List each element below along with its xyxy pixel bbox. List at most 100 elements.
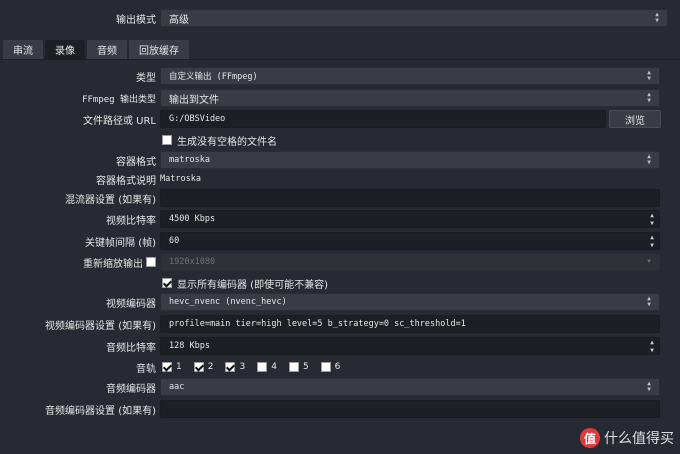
video-encoder-settings-label: 视频编码器设置 (如果有) (45, 320, 156, 332)
file-path-label: 文件路径或 URL (82, 115, 156, 127)
tab-audio[interactable]: 音频 (87, 40, 127, 59)
container-format-value: matroska (169, 155, 210, 165)
checkbox-checked-icon (193, 362, 204, 372)
audio-bitrate-value: 128 Kbps (169, 341, 210, 351)
file-path-input[interactable]: G:/OBSVideo (160, 110, 606, 128)
audio-encoder-label: 音频编码器 (106, 383, 156, 395)
checkbox-icon (288, 362, 299, 372)
container-format-select[interactable]: matroska ▲ ▼ (160, 151, 660, 169)
track-num: 3 (239, 362, 246, 372)
spin-down-icon[interactable]: ▼ (645, 346, 659, 355)
video-encoder-settings-input[interactable]: profile=main tier=high level=5 b_strateg… (160, 315, 660, 333)
chevron-down-icon: ▼ (647, 258, 651, 265)
track-num: 2 (207, 362, 214, 372)
updown-icon: ▲ ▼ (647, 295, 651, 308)
muxer-settings-input[interactable] (160, 189, 660, 207)
output-mode-select[interactable]: 高级 ▲ ▼ (160, 9, 668, 27)
rescale-output-row: 重新缩放输出 1920x1080 ▼ (0, 252, 680, 272)
rescale-output-select: 1920x1080 ▼ (160, 253, 660, 271)
audio-track-row: 音轨 1 2 3 4 5 6 (0, 357, 680, 377)
keyframe-interval-label: 关键帧间隔 (帧) (85, 237, 156, 249)
video-encoder-settings-value: profile=main tier=high level=5 b_strateg… (169, 319, 466, 329)
audio-bitrate-row: 音频比特率 128 Kbps ▲ ▼ (0, 336, 680, 356)
checkbox-icon (162, 135, 172, 145)
container-format-label: 容器格式 (116, 156, 156, 168)
show-all-encoders-checkbox[interactable]: 显示所有编码器 (即使可能不兼容) (162, 276, 328, 291)
video-bitrate-value: 4500 Kbps (169, 214, 216, 224)
watermark-text: 什么值得买 (604, 431, 674, 447)
audio-track-3[interactable]: 3 (225, 362, 245, 372)
no-space-filename-label: 生成没有空格的文件名 (177, 136, 277, 148)
type-row: 类型 自定义输出 (FFmpeg) ▲ ▼ (0, 66, 680, 86)
container-format-row: 容器格式 matroska ▲ ▼ (0, 150, 680, 170)
checkbox-icon (257, 362, 268, 372)
spin-down-icon[interactable]: ▼ (645, 219, 659, 228)
checkbox-icon (320, 362, 331, 372)
output-mode-row: 输出模式 高级 ▲ ▼ (0, 8, 680, 28)
updown-icon: ▲ ▼ (647, 380, 651, 393)
audio-track-1[interactable]: 1 (162, 362, 182, 372)
keyframe-interval-spinbox[interactable]: 60 ▲ ▼ (160, 232, 660, 250)
audio-encoder-settings-input[interactable] (160, 400, 660, 418)
tab-recording[interactable]: 录像 (45, 40, 85, 59)
audio-bitrate-spinbox[interactable]: 128 Kbps ▲ ▼ (160, 337, 660, 355)
show-all-encoders-label: 显示所有编码器 (即使可能不兼容) (177, 279, 328, 291)
updown-icon: ▲ ▼ (655, 11, 659, 24)
keyframe-interval-value: 60 (169, 236, 180, 246)
ffmpeg-output-type-row: FFmpeg 输出类型 输出到文件 ▲ ▼ (0, 88, 680, 108)
rescale-output-label: 重新缩放输出 (83, 258, 143, 270)
rescale-output-checkbox[interactable] (146, 257, 156, 267)
ffmpeg-output-type-select[interactable]: 输出到文件 ▲ ▼ (160, 89, 660, 107)
container-desc-row: 容器格式说明 Matroska (0, 169, 680, 189)
audio-track-label: 音轨 (136, 363, 156, 375)
checkbox-checked-icon (162, 278, 172, 288)
tab-divider (0, 59, 680, 60)
rescale-output-value: 1920x1080 (169, 257, 216, 267)
muxer-settings-row: 混流器设置 (如果有) (0, 188, 680, 208)
file-path-row: 文件路径或 URL G:/OBSVideo 浏览 (0, 109, 680, 129)
video-bitrate-label: 视频比特率 (106, 215, 156, 227)
audio-encoder-settings-label: 音频编码器设置 (如果有) (45, 405, 156, 417)
audio-track-group: 1 2 3 4 5 6 (162, 362, 352, 372)
audio-track-2[interactable]: 2 (193, 362, 214, 372)
spin-down-icon[interactable]: ▼ (645, 241, 659, 250)
tab-bar: 串流 录像 音频 回放缓存 (3, 40, 191, 60)
type-select[interactable]: 自定义输出 (FFmpeg) ▲ ▼ (160, 67, 660, 85)
audio-encoder-settings-row: 音频编码器设置 (如果有) (0, 399, 680, 419)
track-num: 4 (271, 362, 277, 372)
updown-icon: ▲ ▼ (647, 91, 651, 104)
output-mode-value: 高级 (169, 14, 189, 26)
tab-replay-buffer[interactable]: 回放缓存 (129, 40, 189, 59)
type-value: 自定义输出 (FFmpeg) (169, 72, 258, 82)
tab-streaming[interactable]: 串流 (3, 40, 43, 59)
no-space-filename-checkbox[interactable]: 生成没有空格的文件名 (162, 133, 277, 148)
updown-icon: ▲ ▼ (647, 69, 651, 82)
keyframe-interval-row: 关键帧间隔 (帧) 60 ▲ ▼ (0, 231, 680, 251)
type-label: 类型 (136, 72, 156, 84)
track-num: 5 (302, 362, 309, 372)
container-desc-value: Matroska (160, 174, 201, 184)
ffmpeg-output-type-label: FFmpeg 输出类型 (82, 94, 156, 105)
smzdm-logo-icon: 值 (580, 428, 600, 448)
track-num: 1 (176, 362, 182, 372)
track-num: 6 (334, 362, 341, 372)
video-encoder-label: 视频编码器 (106, 298, 156, 310)
video-encoder-select[interactable]: hevc_nvenc (nvenc_hevc) ▲ ▼ (160, 293, 660, 311)
video-encoder-row: 视频编码器 hevc_nvenc (nvenc_hevc) ▲ ▼ (0, 292, 680, 312)
audio-encoder-value: aac (169, 382, 185, 392)
audio-track-5[interactable]: 5 (288, 362, 309, 372)
browse-button[interactable]: 浏览 (609, 110, 661, 128)
video-bitrate-spinbox[interactable]: 4500 Kbps ▲ ▼ (160, 210, 660, 228)
checkbox-checked-icon (225, 362, 236, 372)
watermark: 值 什么值得买 (580, 428, 674, 448)
show-all-encoders-row: 显示所有编码器 (即使可能不兼容) (0, 273, 680, 293)
container-desc-label: 容器格式说明 (96, 175, 156, 187)
audio-track-4[interactable]: 4 (257, 362, 277, 372)
checkbox-checked-icon (162, 362, 172, 372)
audio-track-6[interactable]: 6 (320, 362, 341, 372)
audio-bitrate-label: 音频比特率 (106, 342, 156, 354)
output-mode-label: 输出模式 (116, 14, 156, 26)
no-space-filename-row: 生成没有空格的文件名 (0, 130, 680, 150)
video-encoder-value: hevc_nvenc (nvenc_hevc) (169, 297, 287, 307)
audio-encoder-select[interactable]: aac ▲ ▼ (160, 378, 660, 396)
